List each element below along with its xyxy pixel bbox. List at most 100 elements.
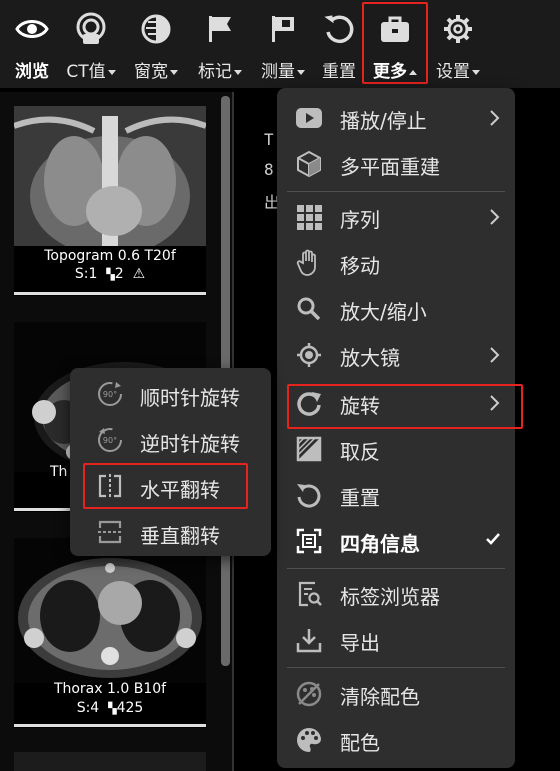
search-icon (297, 297, 321, 321)
window-level-icon (141, 14, 171, 44)
warning-icon: ⚠ (132, 266, 146, 282)
menu-item-play-stop[interactable]: 播放/停止 (277, 96, 515, 140)
image-count: 2 (114, 266, 124, 282)
menu-item-label: 四角信息 (340, 532, 420, 556)
eye-icon (15, 20, 49, 38)
thorax-ct-image (14, 538, 206, 683)
chevron-down-icon (170, 69, 178, 75)
series-thumbnail[interactable]: Topogram 0.6 T20f S:1 ▚2 ⚠ (14, 106, 206, 296)
series-name: Topogram 0.6 T20f (44, 248, 176, 264)
browse-tool[interactable]: 浏览 (4, 0, 60, 88)
menu-item-label: 移动 (340, 254, 380, 278)
chevron-down-icon (297, 69, 305, 75)
menu-divider (287, 568, 505, 569)
window-level-tool[interactable]: 窗宽 (126, 0, 186, 88)
reset-tool[interactable]: 重置 (316, 0, 362, 88)
menu-item-palette[interactable]: 配色 (277, 718, 515, 762)
series-number: S:4 (76, 700, 100, 716)
mark-tool[interactable]: 标记 (190, 0, 250, 88)
stack-icon: ▚ (108, 702, 117, 715)
corner-info-icon (296, 528, 322, 554)
menu-item-label: 重置 (340, 486, 380, 510)
menu-divider (287, 191, 505, 192)
corner-info-line: 8 (264, 160, 274, 179)
menu-item-label: 标签浏览器 (340, 585, 440, 609)
reset-label: 重置 (322, 62, 356, 82)
menu-item-series[interactable]: 序列 (277, 195, 515, 239)
menu-item-label: 放大/缩小 (340, 300, 427, 324)
play-icon (296, 108, 322, 128)
more-highlight-box (362, 2, 428, 84)
submenu-item-rotate-counterclockwise[interactable]: 90° 逆时针旋转 (70, 417, 271, 463)
rotate-ccw-90-icon: 90° (98, 428, 122, 452)
menu-item-reset[interactable]: 重置 (277, 473, 515, 517)
ct-value-label: CT值 (66, 62, 106, 82)
clear-palette-icon (296, 681, 322, 707)
cube-icon (297, 150, 321, 178)
menu-item-label: 多平面重建 (340, 155, 440, 179)
menu-item-label: 清除配色 (340, 685, 420, 709)
window-level-label: 窗宽 (134, 62, 168, 82)
menu-item-label: 播放/停止 (340, 109, 427, 133)
rotation-badge: 90° (103, 436, 117, 445)
submenu-item-label: 逆时针旋转 (140, 432, 240, 456)
measure-flag-icon (272, 16, 294, 42)
measure-label: 测量 (261, 62, 295, 82)
menu-item-label: 取反 (340, 440, 380, 464)
chevron-down-icon (107, 69, 116, 75)
stack-icon: ▚ (106, 268, 115, 281)
series-number: S:1 (74, 266, 98, 282)
series-thumbnail[interactable] (14, 752, 206, 771)
chevron-down-icon (472, 69, 480, 75)
submenu-item-flip-vertical[interactable]: 垂直翻转 (70, 509, 271, 555)
hand-icon (296, 249, 316, 276)
submenu-item-label: 垂直翻转 (140, 524, 220, 548)
load-progress-bar (14, 508, 74, 511)
menu-item-magnifier[interactable]: 放大镜 (277, 333, 515, 377)
series-name: Thorax 1.0 B10f (53, 681, 167, 697)
checkmark-icon (486, 533, 500, 545)
chevron-right-icon (490, 209, 500, 225)
chevron-right-icon (490, 110, 500, 126)
palette-icon (297, 727, 321, 752)
ct-value-tool[interactable]: CT值 (60, 0, 122, 88)
settings-tool[interactable]: 设置 (428, 0, 488, 88)
menu-item-label: 配色 (340, 731, 380, 755)
submenu-item-rotate-clockwise[interactable]: 90° 顺时针旋转 (70, 371, 271, 417)
measure-tool[interactable]: 测量 (253, 0, 313, 88)
menu-item-zoom[interactable]: 放大/缩小 (277, 287, 515, 331)
load-progress-bar (14, 724, 206, 727)
rotate-submenu: 90° 顺时针旋转 90° 逆时针旋转 水平翻转 垂直翻转 (70, 368, 271, 556)
chevron-right-icon (490, 347, 500, 363)
rotate-cw-90-icon: 90° (98, 382, 122, 406)
chevron-down-icon (234, 69, 242, 75)
flip-highlight-box (83, 463, 248, 509)
ct-value-icon (76, 12, 106, 44)
corner-info-line: T (264, 130, 274, 149)
tag-browser-icon (298, 581, 322, 607)
menu-item-corner-info[interactable]: 四角信息 (277, 519, 515, 563)
export-icon (296, 629, 322, 653)
menu-item-mpr[interactable]: 多平面重建 (277, 142, 515, 186)
reset-icon (324, 15, 354, 44)
settings-label: 设置 (436, 62, 470, 82)
flag-icon (209, 16, 231, 42)
rotation-badge: 90° (103, 390, 117, 399)
browse-label: 浏览 (15, 62, 49, 82)
menu-item-clear-palette[interactable]: 清除配色 (277, 672, 515, 716)
submenu-item-label: 顺时针旋转 (140, 386, 240, 410)
flip-vertical-icon (98, 520, 122, 544)
series-thumbnail[interactable]: Thorax 1.0 B10f S:4 ▚425 (14, 538, 206, 728)
rotate-highlight-box (287, 384, 523, 429)
toolbar: 浏览 CT值 窗宽 标记 测量 重置 更多 设置 (0, 0, 560, 88)
gear-icon (444, 15, 472, 43)
menu-item-export[interactable]: 导出 (277, 618, 515, 662)
menu-item-invert[interactable]: 取反 (277, 427, 515, 471)
load-progress-bar (14, 292, 206, 295)
mark-label: 标记 (198, 62, 232, 82)
menu-item-tag-browser[interactable]: 标签浏览器 (277, 572, 515, 616)
grid-icon (297, 205, 322, 230)
menu-item-pan[interactable]: 移动 (277, 241, 515, 285)
magnifier-target-icon (297, 343, 321, 367)
menu-item-label: 序列 (340, 208, 380, 232)
